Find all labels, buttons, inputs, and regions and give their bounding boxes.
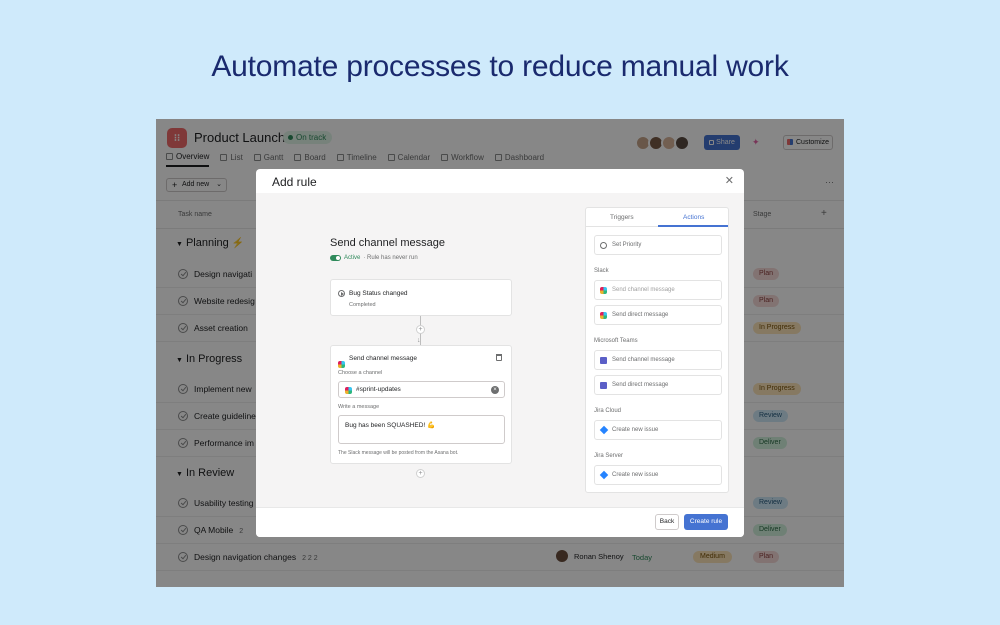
arrow-down-icon: ↓	[417, 337, 421, 344]
action-jira-cloud-create-issue[interactable]: Create new issue	[594, 420, 722, 440]
channel-select[interactable]: #sprint-updates ×	[338, 381, 505, 398]
group-heading-slack: Slack	[594, 268, 609, 274]
priority-icon	[600, 242, 607, 249]
action-slack-direct-message[interactable]: Send direct message	[594, 305, 722, 325]
slack-icon	[345, 387, 352, 394]
clear-icon[interactable]: ×	[491, 386, 499, 394]
dialog-header: Add rule ✕	[256, 169, 744, 193]
group-heading-teams: Microsoft Teams	[594, 338, 638, 344]
action-slack-channel-message[interactable]: Send channel message	[594, 280, 722, 300]
rule-status: Active · Rule has never run	[330, 255, 418, 261]
rule-builder: Send channel message Active · Rule has n…	[256, 193, 744, 507]
active-label: Active	[344, 255, 361, 261]
trigger-title: Bug Status changed	[349, 290, 408, 297]
active-tab-indicator	[658, 225, 728, 227]
tab-actions[interactable]: Actions	[683, 214, 704, 221]
group-heading-jira-server: Jira Server	[594, 453, 624, 459]
rule-run-status: · Rule has never run	[363, 255, 418, 261]
teams-icon	[600, 382, 607, 389]
channel-value: #sprint-updates	[356, 386, 401, 393]
message-hint: The Slack message will be posted from th…	[338, 450, 459, 456]
actions-panel: Triggers Actions Set Priority Slack Send…	[585, 207, 729, 493]
tab-triggers[interactable]: Triggers	[610, 214, 634, 221]
action-teams-channel-message[interactable]: Send channel message	[594, 350, 722, 370]
action-set-priority[interactable]: Set Priority	[594, 235, 722, 255]
add-step-button[interactable]: +	[416, 325, 425, 334]
action-title: Send channel message	[349, 355, 417, 362]
trigger-subtitle: Completed	[349, 302, 376, 308]
panel-tabs: Triggers Actions	[586, 208, 728, 227]
teams-icon	[600, 357, 607, 364]
message-label: Write a message	[338, 404, 380, 410]
slack-icon	[600, 287, 607, 294]
jira-icon	[599, 470, 609, 480]
active-toggle[interactable]	[330, 255, 341, 261]
slack-icon	[338, 355, 345, 368]
action-card[interactable]: Send channel message Choose a channel #s…	[330, 345, 512, 464]
close-icon[interactable]: ✕	[725, 174, 734, 187]
message-textarea[interactable]: Bug has been SQUASHED! 💪	[338, 415, 505, 444]
page-headline: Automate processes to reduce manual work	[211, 50, 789, 83]
rule-title: Send channel message	[330, 237, 445, 249]
action-teams-direct-message[interactable]: Send direct message	[594, 375, 722, 395]
action-jira-server-create-issue[interactable]: Create new issue	[594, 465, 722, 485]
trash-icon[interactable]	[496, 354, 502, 361]
back-button[interactable]: Back	[655, 514, 679, 530]
channel-label: Choose a channel	[338, 370, 383, 376]
create-rule-button[interactable]: Create rule	[684, 514, 728, 530]
add-action-button[interactable]: +	[416, 469, 425, 478]
add-rule-dialog: Add rule ✕ Send channel message Active ·…	[256, 169, 744, 537]
jira-icon	[599, 425, 609, 435]
dialog-title: Add rule	[272, 175, 317, 189]
slack-icon	[600, 312, 607, 319]
trigger-card[interactable]: Bug Status changed Completed	[330, 279, 512, 316]
trigger-icon	[338, 290, 345, 297]
group-heading-jira-cloud: Jira Cloud	[594, 408, 622, 414]
dialog-footer: Back Create rule	[256, 507, 744, 537]
